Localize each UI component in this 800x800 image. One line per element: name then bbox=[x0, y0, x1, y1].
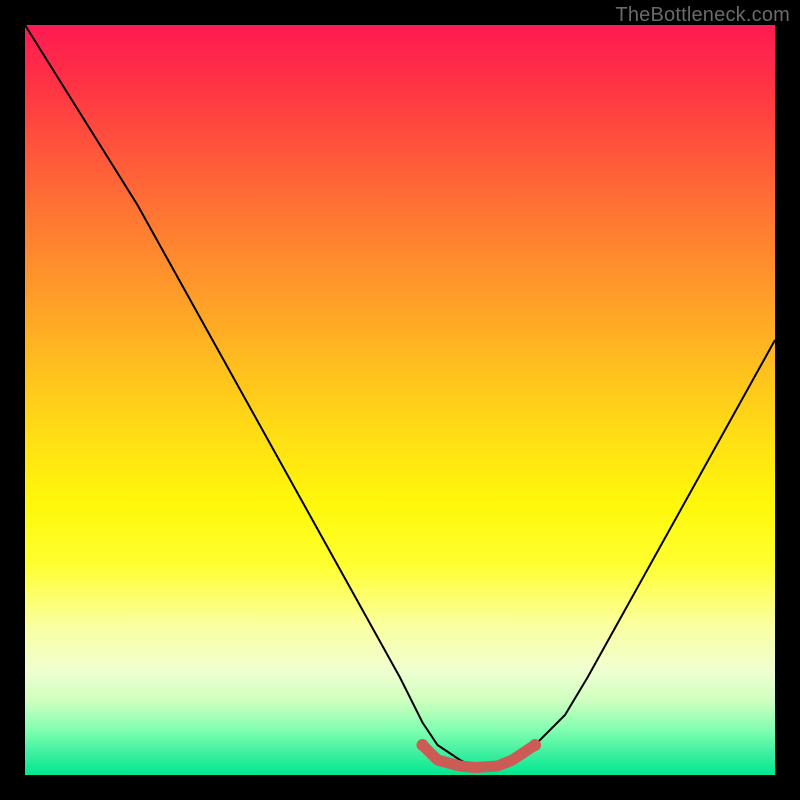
plot-svg bbox=[25, 25, 775, 775]
bottleneck-gradient-plot bbox=[25, 25, 775, 775]
optimal-endpoint bbox=[529, 739, 541, 751]
bottleneck-curve bbox=[25, 25, 775, 768]
curve-layer bbox=[25, 25, 775, 768]
optimal-endpoint bbox=[417, 739, 429, 751]
watermark-text: TheBottleneck.com bbox=[615, 4, 790, 27]
optimal-zone-marker bbox=[423, 745, 536, 768]
